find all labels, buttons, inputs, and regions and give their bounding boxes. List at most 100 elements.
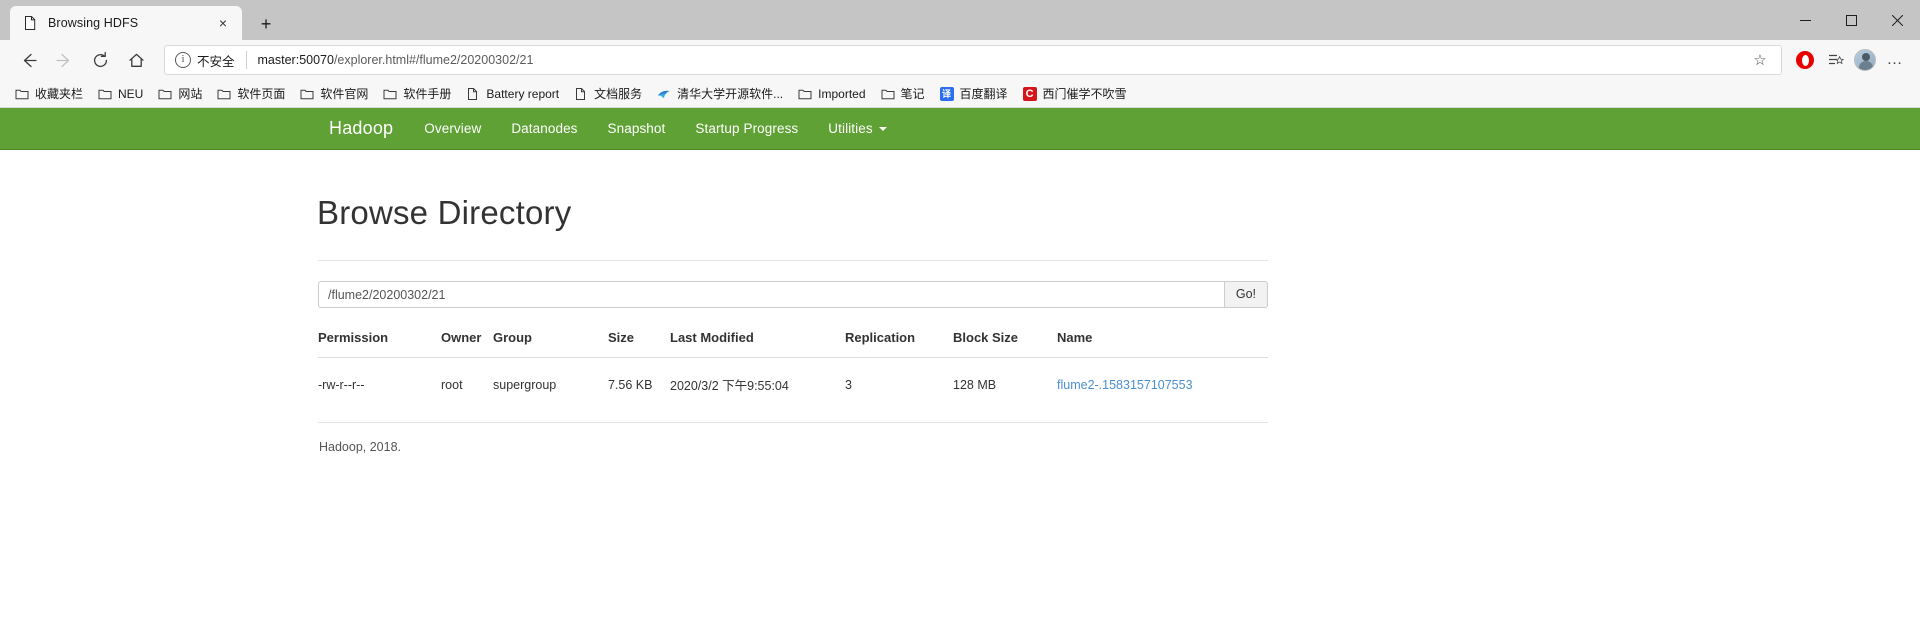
bookmark-item[interactable]: 软件手册 xyxy=(376,83,458,105)
file-link[interactable]: flume2-.1583157107553 xyxy=(1057,378,1193,392)
bookmark-label: 文档服务 xyxy=(594,87,643,101)
bookmark-item[interactable]: NEU xyxy=(91,83,150,105)
cell-replication: 3 xyxy=(845,377,852,392)
bookmark-item[interactable]: 笔记 xyxy=(874,83,932,105)
omnibox-actions: ☆ xyxy=(1745,45,1775,75)
column-header-replication[interactable]: Replication xyxy=(845,330,953,358)
opera-icon[interactable] xyxy=(1790,45,1820,75)
bookmark-item[interactable]: 译 百度翻译 xyxy=(933,83,1015,105)
column-header-size[interactable]: Size xyxy=(608,330,670,358)
bookmark-item[interactable]: 清华大学开源软件... xyxy=(650,83,790,105)
profile-avatar[interactable] xyxy=(1850,45,1880,75)
site-security-info[interactable]: 不安全 xyxy=(175,51,235,70)
page-icon xyxy=(468,87,478,100)
file-listing-table: Permission Owner Group Size Last Modifie… xyxy=(318,330,1268,410)
nav-item-utilities[interactable]: Utilities xyxy=(813,108,901,149)
cell-size: 7.56 KB xyxy=(608,377,653,392)
folder-icon xyxy=(300,89,314,99)
security-label: 不安全 xyxy=(197,54,235,69)
column-header-block-size[interactable]: Block Size xyxy=(953,330,1057,358)
bookmark-item[interactable]: C 西门催学不吹雪 xyxy=(1016,83,1134,105)
folder-icon xyxy=(98,89,112,99)
cell-group: supergroup xyxy=(493,377,557,392)
directory-path-input[interactable] xyxy=(318,281,1224,308)
folder-icon xyxy=(383,89,397,99)
back-icon[interactable] xyxy=(10,44,46,76)
forward-icon xyxy=(46,44,82,76)
new-tab-button[interactable]: + xyxy=(248,8,284,40)
page-footer: Hadoop, 2018. xyxy=(319,440,402,454)
title-divider xyxy=(318,260,1268,261)
page-icon xyxy=(22,15,38,31)
nav-label: Datanodes xyxy=(511,121,578,136)
nav-item-datanodes[interactable]: Datanodes xyxy=(496,108,592,149)
column-header-last-modified[interactable]: Last Modified xyxy=(670,330,845,358)
close-tab-icon[interactable]: × xyxy=(212,12,234,34)
omnibox-divider xyxy=(245,51,247,69)
minimize-button[interactable] xyxy=(1782,0,1828,40)
go-button[interactable]: Go! xyxy=(1223,281,1268,308)
bookmark-item[interactable]: Battery report xyxy=(459,83,566,105)
folder-icon xyxy=(881,89,895,99)
table-row: -rw-r--r-- root supergroup 7.56 KB 2020/… xyxy=(318,358,1268,411)
info-icon xyxy=(175,52,191,68)
bookmark-label: Battery report xyxy=(486,86,560,101)
nav-label: Startup Progress xyxy=(695,121,799,136)
path-input-group: Go! xyxy=(318,281,1268,308)
bookmark-item[interactable]: 文档服务 xyxy=(567,83,649,105)
folder-icon xyxy=(798,89,812,99)
collections-icon[interactable] xyxy=(1820,45,1850,75)
nav-item-snapshot[interactable]: Snapshot xyxy=(593,108,681,149)
settings-menu-icon[interactable]: … xyxy=(1880,45,1910,75)
page-container: Browse Directory Go! Permission Owner Gr… xyxy=(0,194,1920,454)
url-host: master:50070 xyxy=(257,53,334,67)
bookmark-label: Imported xyxy=(818,86,866,101)
column-header-permission[interactable]: Permission xyxy=(318,330,441,358)
hadoop-navbar: Hadoop Overview Datanodes Snapshot Start… xyxy=(0,108,1920,150)
browser-window: Browsing HDFS × + i 不安全 master:50070/exp… xyxy=(0,0,1920,617)
column-header-group[interactable]: Group xyxy=(493,330,608,358)
hadoop-brand[interactable]: Hadoop xyxy=(313,108,409,149)
chevron-down-icon xyxy=(878,126,887,131)
nav-label: Utilities xyxy=(828,121,873,136)
bookmark-item[interactable]: 网站 xyxy=(151,83,209,105)
reload-icon[interactable] xyxy=(82,44,118,76)
bookmark-item[interactable]: 软件官网 xyxy=(293,83,375,105)
home-icon[interactable] xyxy=(118,44,154,76)
bookmark-label: 网站 xyxy=(178,87,203,101)
cell-permission: -rw-r--r-- xyxy=(318,377,365,392)
nav-item-startup-progress[interactable]: Startup Progress xyxy=(680,108,813,149)
bookmark-label: 软件页面 xyxy=(237,87,286,101)
folder-icon xyxy=(217,89,231,99)
bookmark-label: 清华大学开源软件... xyxy=(677,87,784,101)
footer-divider xyxy=(318,422,1268,423)
bookmark-label: NEU xyxy=(118,86,144,101)
bookmarks-bar: 收藏夹栏 NEU 网站 软件页面 软件官网 软件手册 Battery repor… xyxy=(0,80,1920,108)
maximize-button[interactable] xyxy=(1828,0,1874,40)
close-window-button[interactable] xyxy=(1874,0,1920,40)
bookmark-label: 软件官网 xyxy=(320,87,369,101)
cell-last-modified: 2020/3/2 下午9:55:04 xyxy=(670,379,789,393)
cell-name: flume2-.1583157107553 xyxy=(1057,358,1268,411)
column-header-name[interactable]: Name xyxy=(1057,330,1268,358)
bookmark-label: 笔记 xyxy=(900,87,925,101)
nav-item-overview[interactable]: Overview xyxy=(409,108,496,149)
favorite-star-icon[interactable]: ☆ xyxy=(1745,45,1775,75)
baidu-icon: 译 xyxy=(939,86,954,101)
bookmark-item[interactable]: Imported xyxy=(791,83,872,105)
tab-strip: Browsing HDFS × + xyxy=(0,0,1920,40)
red-c-icon: C xyxy=(1022,86,1037,101)
bookmark-label: 收藏夹栏 xyxy=(35,87,84,101)
bookmark-item[interactable]: 软件页面 xyxy=(210,83,292,105)
table-body: -rw-r--r-- root supergroup 7.56 KB 2020/… xyxy=(318,358,1268,411)
address-bar[interactable]: 不安全 master:50070/explorer.html#/flume2/2… xyxy=(164,45,1782,75)
column-header-owner[interactable]: Owner xyxy=(441,330,493,358)
browser-toolbar: 不安全 master:50070/explorer.html#/flume2/2… xyxy=(0,40,1920,80)
page-icon xyxy=(576,87,586,100)
nav-label: Snapshot xyxy=(607,121,666,136)
bookmark-item[interactable]: 收藏夹栏 xyxy=(8,83,90,105)
cell-block-size: 128 MB xyxy=(953,377,997,392)
table-header-row: Permission Owner Group Size Last Modifie… xyxy=(318,330,1268,358)
browser-tab[interactable]: Browsing HDFS × xyxy=(10,6,242,40)
content-inner: Browse Directory Go! Permission Owner Gr… xyxy=(313,194,1268,454)
